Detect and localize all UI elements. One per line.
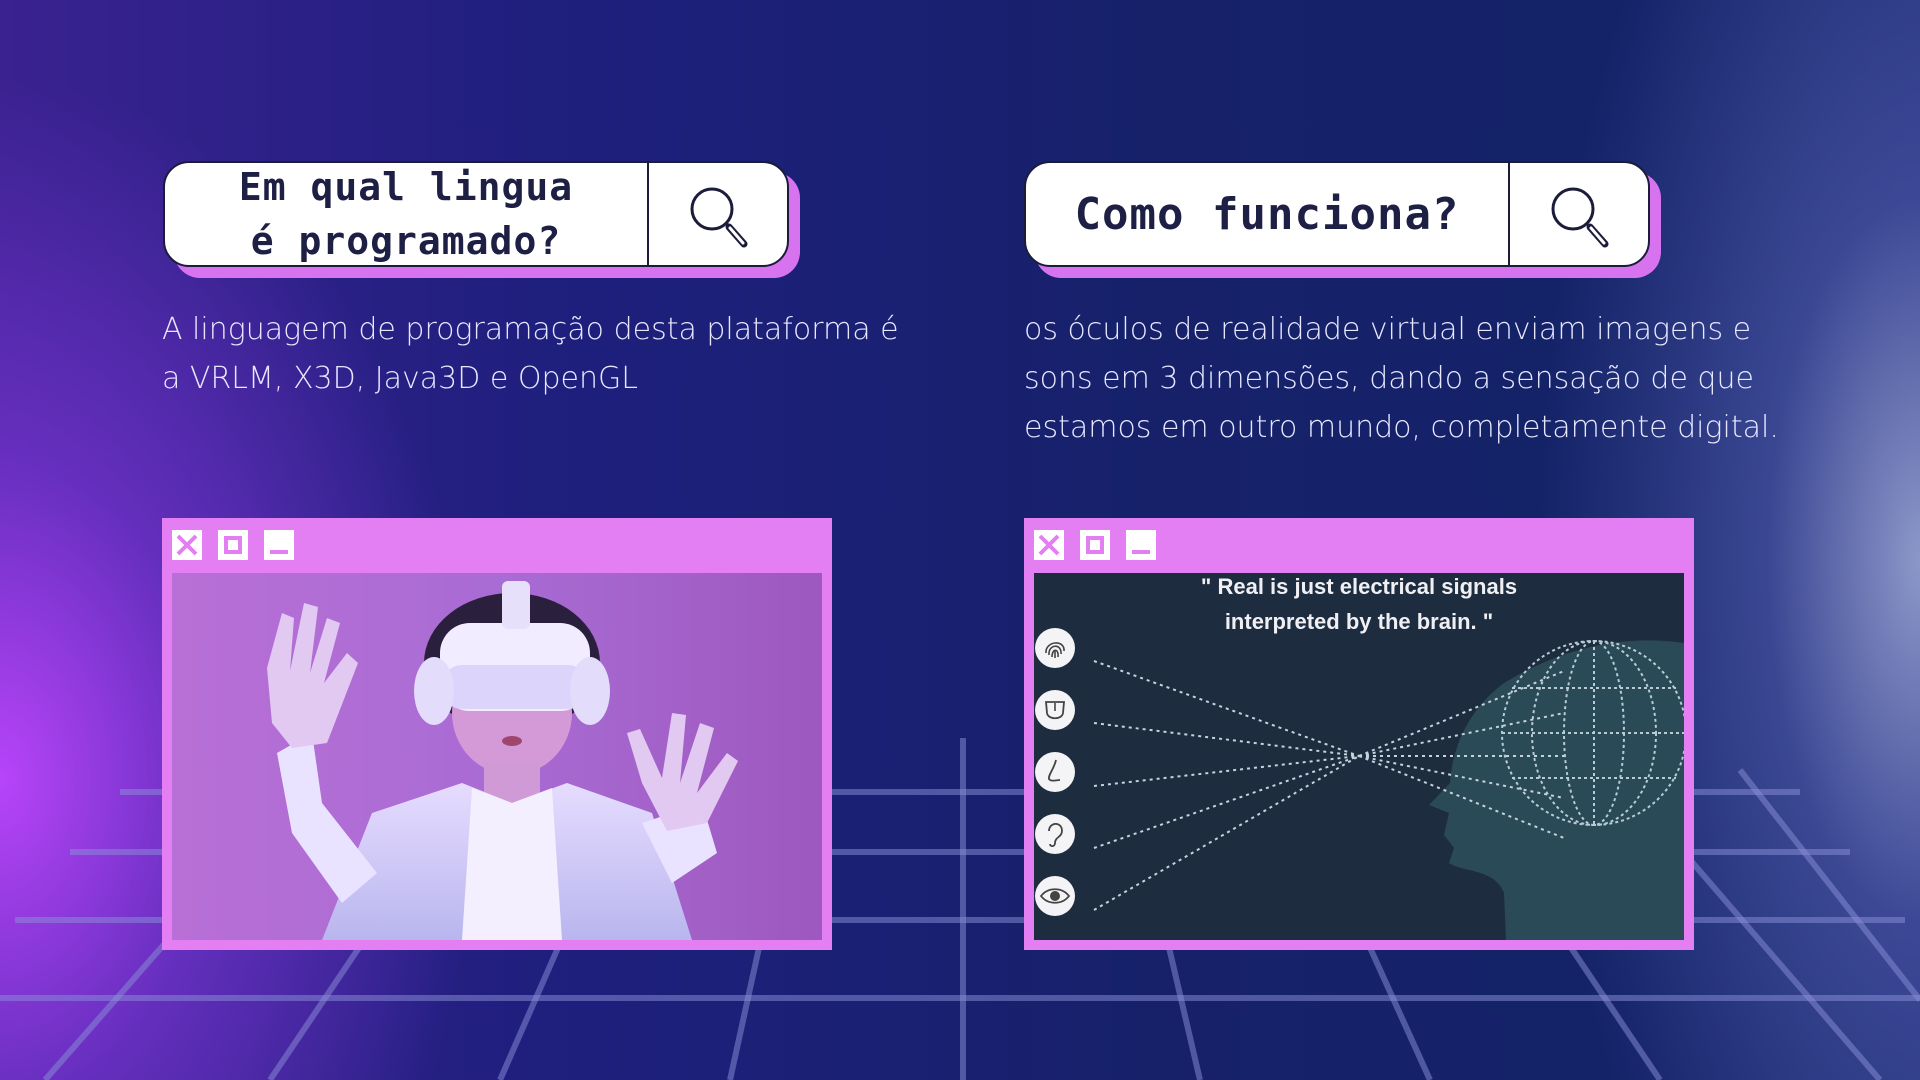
tongue-icon: [1035, 690, 1075, 730]
answer-left: A linguagem de programação desta platafo…: [162, 312, 899, 396]
search-bar-left[interactable]: Em qual lingua é programado?: [163, 161, 789, 267]
magnifier-icon[interactable]: [684, 181, 756, 253]
eye-icon: [1035, 876, 1075, 916]
magnifier-icon[interactable]: [1545, 181, 1617, 253]
senses-graphic: [1093, 640, 1684, 940]
vr-person-photo: [172, 573, 822, 940]
question-left: Em qual lingua é programado?: [165, 163, 647, 265]
close-icon[interactable]: [1034, 530, 1064, 560]
minimize-icon[interactable]: [264, 530, 294, 560]
search-divider: [1508, 163, 1510, 265]
search-divider: [647, 163, 649, 265]
image-window-left: [162, 518, 832, 950]
close-icon[interactable]: [172, 530, 202, 560]
fingerprint-icon: [1035, 628, 1075, 668]
answer-right: os óculos de realidade virtual enviam im…: [1024, 312, 1779, 445]
nose-icon: [1035, 752, 1075, 792]
ear-icon: [1035, 814, 1075, 854]
maximize-icon[interactable]: [218, 530, 248, 560]
search-bar-right[interactable]: Como funciona?: [1024, 161, 1650, 267]
minimize-icon[interactable]: [1126, 530, 1156, 560]
question-right: Como funciona?: [1026, 163, 1508, 265]
senses-diagram: " Real is just electrical signals interp…: [1034, 573, 1684, 940]
maximize-icon[interactable]: [1080, 530, 1110, 560]
question-left-text: Em qual lingua é programado?: [238, 165, 574, 263]
question-right-text: Como funciona?: [1074, 188, 1460, 240]
image-window-right: " Real is just electrical signals interp…: [1024, 518, 1694, 950]
